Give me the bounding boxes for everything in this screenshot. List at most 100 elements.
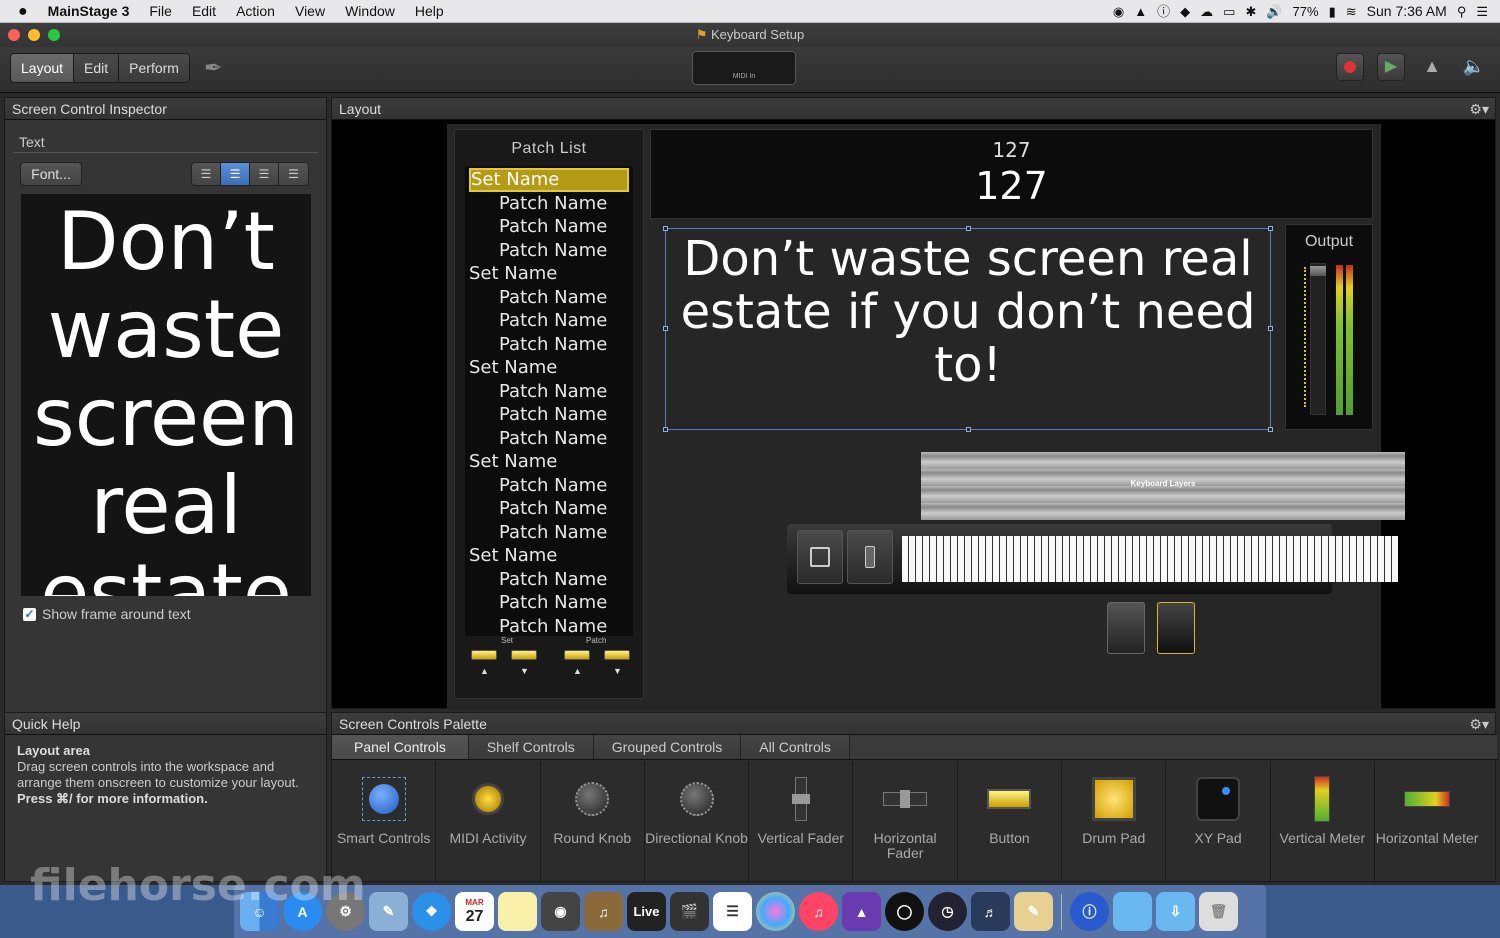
spotlight-search-icon[interactable]: ⚲ <box>1457 0 1467 23</box>
network-icon[interactable]: ◆ <box>1180 0 1190 23</box>
volume-icon[interactable]: 🔊 <box>1266 0 1282 23</box>
textedit-icon[interactable]: ✎ <box>1014 892 1053 931</box>
garageband-icon[interactable]: ♫ <box>584 892 623 931</box>
patch-next-button[interactable] <box>604 650 630 660</box>
tab-panel-controls[interactable]: Panel Controls <box>332 735 469 759</box>
airplay-icon[interactable]: ▭ <box>1223 0 1235 23</box>
menu-file[interactable]: File <box>139 0 182 23</box>
set-prev-button[interactable] <box>471 650 497 660</box>
tab-shelf-controls[interactable]: Shelf Controls <box>468 735 594 759</box>
1password-icon[interactable]: ⓘ <box>1070 892 1109 931</box>
palette-item-vertical-fader[interactable]: Vertical Fader <box>749 761 854 883</box>
minimize-window-button[interactable] <box>28 29 40 41</box>
patch-list-patch[interactable]: Patch Name <box>465 521 633 545</box>
resize-handle[interactable] <box>966 427 971 432</box>
align-left-button[interactable]: ☰ <box>192 163 221 185</box>
layout-mode-button[interactable]: Layout <box>11 54 75 82</box>
palette-item-midi-activity[interactable]: MIDI Activity <box>436 761 541 883</box>
resize-handle[interactable] <box>966 226 971 231</box>
pro-tools-icon[interactable]: ◯ <box>885 892 924 931</box>
zoom-window-button[interactable] <box>48 29 60 41</box>
palette-item-button[interactable]: Button <box>958 761 1063 883</box>
patch-list[interactable]: Patch List Set Name Patch Name Patch Name P… <box>454 129 644 699</box>
photos-icon[interactable] <box>756 892 795 931</box>
show-frame-checkbox-row[interactable]: ✓ Show frame around text <box>23 606 191 622</box>
patch-prev-button[interactable] <box>564 650 590 660</box>
resize-handle[interactable] <box>663 226 668 231</box>
battery-icon[interactable]: ▮ <box>1329 0 1336 23</box>
volume-fader-track[interactable] <box>1310 263 1326 415</box>
metronome-button[interactable]: ▲ <box>1418 53 1446 81</box>
tab-all-controls[interactable]: All Controls <box>741 735 850 759</box>
patch-list-patch[interactable]: Patch Name <box>465 615 633 639</box>
align-justify-button[interactable]: ☰ <box>279 163 308 185</box>
palette-item-directional-knob[interactable]: Directional Knob <box>645 761 750 883</box>
keyboard-keys[interactable] <box>902 536 1398 582</box>
patch-list-patch[interactable]: Patch Name <box>465 286 633 310</box>
resize-handle[interactable] <box>663 326 668 331</box>
menu-edit[interactable]: Edit <box>182 0 226 23</box>
notes-icon[interactable] <box>498 892 537 931</box>
play-button[interactable]: ▶ <box>1377 53 1405 81</box>
app-menu[interactable]: MainStage 3 <box>40 0 140 23</box>
password-icon[interactable]: ⓘ <box>1157 0 1170 23</box>
palette-item-round-knob[interactable]: Round Knob <box>541 761 645 883</box>
set-next-button[interactable] <box>511 650 537 660</box>
patch-list-set[interactable]: Set Name <box>469 168 629 192</box>
text-preview[interactable]: Don’t waste screen real estate <box>21 194 311 596</box>
bluetooth-icon[interactable]: ✱ <box>1245 0 1256 23</box>
text-screen-control[interactable]: Don’t waste screen real estate if you do… <box>663 226 1273 432</box>
logic-icon[interactable]: ◉ <box>541 892 580 931</box>
safari-icon[interactable]: ❖ <box>412 892 451 931</box>
menu-window[interactable]: Window <box>335 0 405 23</box>
keyboard-layers-shelf[interactable]: Keyboard Layers <box>921 452 1405 520</box>
palette-item-horizontal-fader[interactable]: Horizontal Fader <box>853 761 958 883</box>
clock[interactable]: Sun 7:36 AM <box>1367 0 1447 23</box>
patch-number-display[interactable]: 127 127 <box>650 129 1373 219</box>
patch-list-patch[interactable]: Patch Name <box>465 427 633 451</box>
time-machine-icon[interactable]: ◷ <box>928 892 967 931</box>
patch-list-set[interactable]: Set Name <box>465 356 633 380</box>
sustain-pedal[interactable] <box>1157 602 1195 654</box>
status-icon[interactable]: ◉ <box>1113 0 1124 23</box>
menu-help[interactable]: Help <box>405 0 454 23</box>
layout-workspace[interactable]: Patch List Set Name Patch Name Patch Name P… <box>447 124 1405 710</box>
ableton-live-icon[interactable]: Live <box>627 892 666 931</box>
downloads-folder-icon[interactable]: ⇩ <box>1156 892 1195 931</box>
trash-icon[interactable]: 🗑 <box>1199 892 1238 931</box>
patch-list-set[interactable]: Set Name <box>465 262 633 286</box>
keyboard-control-group[interactable]: Keyboard Layers <box>787 452 1405 654</box>
notification-center-icon[interactable]: ☰ <box>1476 0 1488 23</box>
patch-list-set[interactable]: Set Name <box>465 450 633 474</box>
align-right-button[interactable]: ☰ <box>250 163 279 185</box>
resize-handle[interactable] <box>663 427 668 432</box>
patch-list-patch[interactable]: Patch Name <box>465 380 633 404</box>
align-center-button[interactable]: ☰ <box>221 163 250 185</box>
patch-list-patch[interactable]: Patch Name <box>465 239 633 263</box>
resize-handle[interactable] <box>1268 326 1273 331</box>
output-meter[interactable]: Output <box>1285 224 1373 430</box>
master-volume-button[interactable]: 🔈 <box>1460 53 1488 81</box>
tab-grouped-controls[interactable]: Grouped Controls <box>593 735 742 759</box>
tuner-icon[interactable]: ✒ <box>204 55 222 81</box>
record-button[interactable] <box>1336 53 1364 81</box>
affinity-icon[interactable]: ▲ <box>842 892 881 931</box>
patch-list-patch[interactable]: Patch Name <box>465 192 633 216</box>
preview-icon[interactable]: ✎ <box>369 892 408 931</box>
palette-item-horizontal-meter[interactable]: Horizontal Meter <box>1375 761 1479 883</box>
menu-action[interactable]: Action <box>226 0 285 23</box>
resize-handle[interactable] <box>1268 427 1273 432</box>
apple-menu-icon[interactable]: ● <box>0 0 40 23</box>
patch-list-patch[interactable]: Patch Name <box>465 568 633 592</box>
patch-list-patch[interactable]: Patch Name <box>465 403 633 427</box>
close-window-button[interactable] <box>8 29 20 41</box>
perform-mode-button[interactable]: Perform <box>119 54 189 82</box>
expression-pedal[interactable] <box>1107 602 1145 654</box>
patch-list-patch[interactable]: Patch Name <box>465 591 633 615</box>
patch-list-patch[interactable]: Patch Name <box>465 333 633 357</box>
edit-mode-button[interactable]: Edit <box>74 54 120 82</box>
layout-gear-icon[interactable]: ⚙▾ <box>1469 98 1489 120</box>
cloud-icon[interactable]: ☁ <box>1200 0 1213 23</box>
resize-handle[interactable] <box>1268 226 1273 231</box>
volume-fader-handle[interactable] <box>1310 266 1326 276</box>
